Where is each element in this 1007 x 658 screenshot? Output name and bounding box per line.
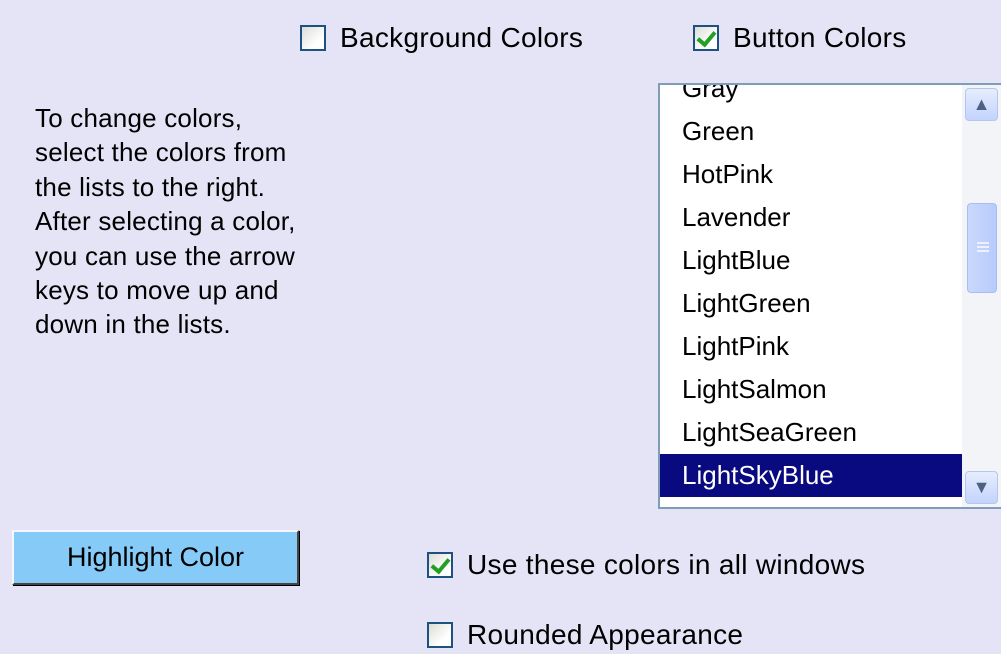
rounded-appearance-checkbox[interactable] [427, 622, 453, 648]
use-all-windows-label: Use these colors in all windows [467, 549, 866, 580]
scroll-thumb[interactable] [967, 203, 997, 293]
list-item[interactable]: LightSeaGreen [660, 411, 962, 454]
scroll-down-button[interactable]: ▼ [965, 471, 998, 504]
list-scrollbar[interactable]: ▲ ▼ [962, 85, 1002, 507]
background-colors-label: Background Colors [340, 22, 584, 53]
button-colors-label: Button Colors [733, 22, 907, 53]
scroll-up-button[interactable]: ▲ [965, 88, 998, 121]
list-item[interactable]: Green [660, 110, 962, 153]
instructions-text: To change colors, select the colors from… [35, 103, 296, 340]
list-item[interactable]: LightBlue [660, 239, 962, 282]
color-list-items: Gray Green HotPink Lavender LightBlue LightGr… [660, 85, 962, 497]
use-all-windows-option[interactable]: Use these colors in all windows [427, 549, 865, 581]
window-edge-right [1001, 0, 1007, 658]
button-colors-option[interactable]: Button Colors [693, 22, 907, 54]
list-item[interactable]: HotPink [660, 153, 962, 196]
list-item[interactable]: LightSalmon [660, 368, 962, 411]
button-colors-checkbox[interactable] [693, 25, 719, 51]
chevron-up-icon: ▲ [972, 94, 991, 114]
highlight-color-button[interactable]: Highlight Color [12, 530, 299, 585]
grip-icon [977, 242, 989, 244]
window-edge-bottom [0, 654, 1007, 658]
color-settings-panel: Background Colors Button Colors To chang… [0, 0, 1007, 658]
list-item[interactable]: Lavender [660, 196, 962, 239]
rounded-appearance-label: Rounded Appearance [467, 619, 744, 650]
background-colors-checkbox[interactable] [300, 25, 326, 51]
list-item[interactable]: Gray [660, 85, 962, 110]
use-all-windows-checkbox[interactable] [427, 552, 453, 578]
background-colors-option[interactable]: Background Colors [300, 22, 583, 54]
rounded-appearance-option[interactable]: Rounded Appearance [427, 619, 743, 651]
chevron-down-icon: ▼ [972, 477, 991, 497]
list-item-selected[interactable]: LightSkyBlue [660, 454, 962, 497]
list-item[interactable]: LightPink [660, 325, 962, 368]
list-item[interactable]: LightGreen [660, 282, 962, 325]
color-listbox[interactable]: Gray Green HotPink Lavender LightBlue LightGr… [658, 83, 1004, 509]
